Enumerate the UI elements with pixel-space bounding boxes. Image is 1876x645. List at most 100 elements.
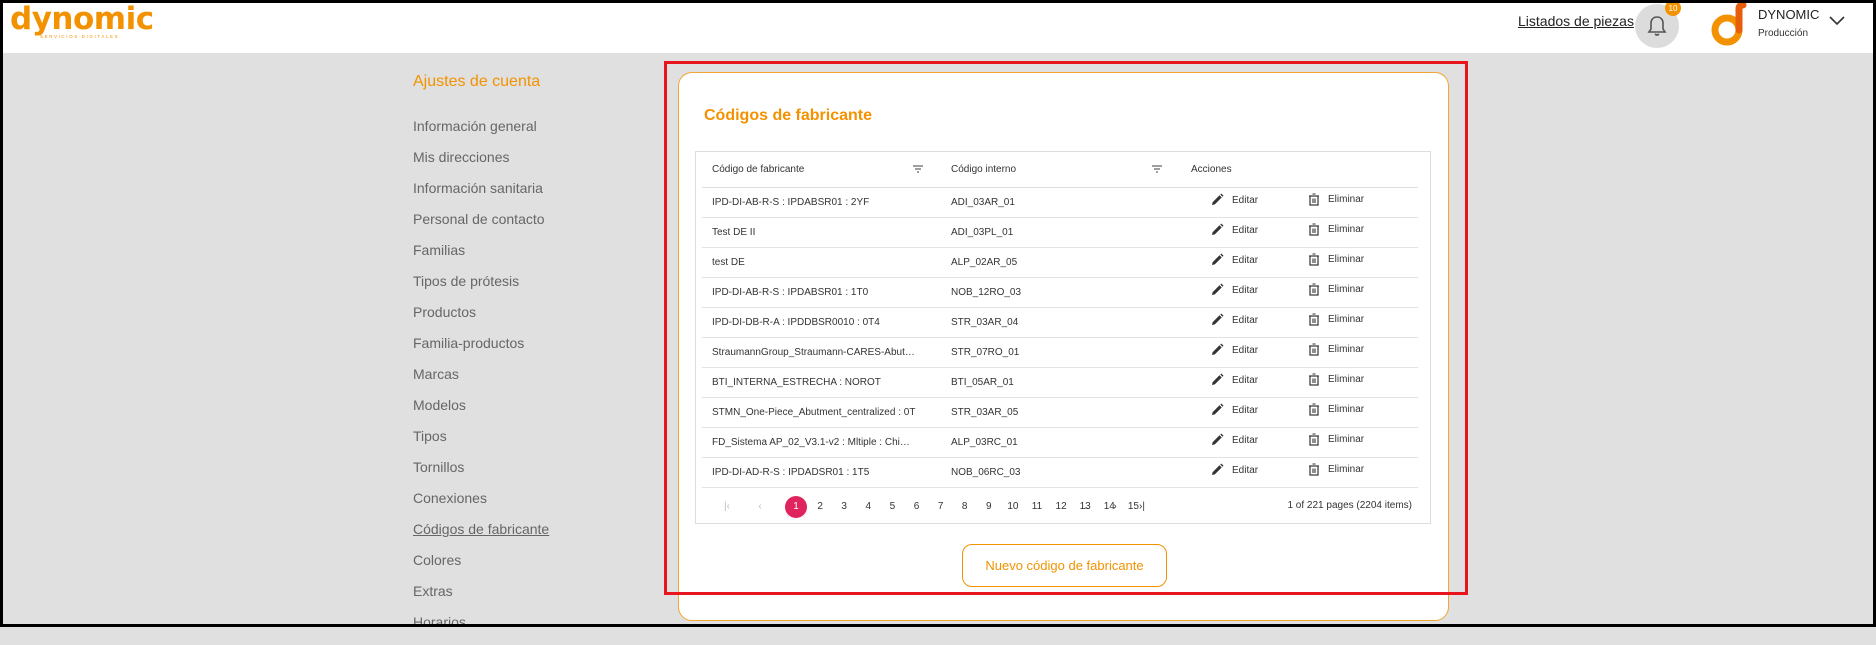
user-avatar[interactable] xyxy=(1708,1,1750,52)
page-number[interactable]: 11 xyxy=(1026,496,1048,518)
page-number[interactable]: 10 xyxy=(1002,496,1024,518)
page-number[interactable]: 2 xyxy=(809,496,831,518)
delete-label: Eliminar xyxy=(1328,254,1365,265)
edit-button[interactable]: Editar xyxy=(1210,463,1258,477)
edit-button[interactable]: Editar xyxy=(1210,433,1258,447)
sidebar-item-tipos-de-protesis[interactable]: Tipos de prótesis xyxy=(413,273,549,304)
delete-button[interactable]: Eliminar xyxy=(1308,343,1364,356)
sidebar-item-informacion-sanitaria[interactable]: Información sanitaria xyxy=(413,180,549,211)
pencil-icon xyxy=(1212,343,1224,355)
sidebar-item-conexiones[interactable]: Conexiones xyxy=(413,490,549,521)
sidebar-item-colores[interactable]: Colores xyxy=(413,552,549,583)
delete-button[interactable]: Eliminar xyxy=(1308,253,1364,266)
delete-button[interactable]: Eliminar xyxy=(1308,283,1364,296)
column-header-internal-code[interactable]: Código interno xyxy=(951,164,1016,175)
user-role: Producción xyxy=(1758,28,1809,39)
notifications-button[interactable]: 10 xyxy=(1635,0,1681,48)
codes-table: Código de fabricante Código interno Acci… xyxy=(695,151,1431,524)
table-row: Test DE II ADI_03PL_01 Editar Eliminar xyxy=(702,217,1418,248)
sidebar-item-mis-direcciones[interactable]: Mis direcciones xyxy=(413,149,549,180)
page-number[interactable]: 4 xyxy=(857,496,879,518)
sidebar-item-modelos[interactable]: Modelos xyxy=(413,397,549,428)
internal-code-cell: STR_03AR_04 xyxy=(951,317,1019,328)
first-page-icon[interactable]: |‹ xyxy=(716,496,738,518)
sidebar-item-personal-de-contacto[interactable]: Personal de contacto xyxy=(413,211,549,242)
page-title: Códigos de fabricante xyxy=(704,107,873,124)
logo-text: dynomic xyxy=(10,1,154,37)
sidebar-item-horarios[interactable]: Horarios xyxy=(413,614,549,645)
sidebar-item-informacion-general[interactable]: Información general xyxy=(413,118,549,149)
pagination-ellipsis[interactable]: ... xyxy=(1074,496,1096,518)
delete-label: Eliminar xyxy=(1328,344,1365,355)
sidebar-item-familias[interactable]: Familias xyxy=(413,242,549,273)
internal-code-cell: STR_03AR_05 xyxy=(951,407,1019,418)
manufacturer-code-cell: IPD-DI-AB-R-S : IPDABSR01 : 1T0 xyxy=(712,287,869,298)
sidebar-item-tornillos[interactable]: Tornillos xyxy=(413,459,549,490)
user-name[interactable]: DYNOMIC xyxy=(1758,7,1819,22)
pencil-icon xyxy=(1212,403,1224,415)
page-number[interactable]: 7 xyxy=(930,496,952,518)
internal-code-cell: STR_07RO_01 xyxy=(951,347,1020,358)
chevron-down-icon[interactable] xyxy=(1828,15,1846,27)
page-number[interactable]: 5 xyxy=(881,496,903,518)
page-number[interactable]: 9 xyxy=(978,496,1000,518)
internal-code-cell: ALP_02AR_05 xyxy=(951,257,1018,268)
pagination-info: 1 of 221 pages (2204 items) xyxy=(1287,500,1412,511)
edit-label: Editar xyxy=(1232,194,1259,206)
delete-button[interactable]: Eliminar xyxy=(1308,463,1364,476)
page-number[interactable]: 1 xyxy=(785,496,807,518)
trash-icon xyxy=(1309,283,1319,296)
delete-label: Eliminar xyxy=(1328,464,1365,475)
page-number[interactable]: 8 xyxy=(954,496,976,518)
page-number[interactable]: 6 xyxy=(906,496,928,518)
edit-button[interactable]: Editar xyxy=(1210,223,1258,237)
sidebar-title: Ajustes de cuenta xyxy=(413,73,541,90)
sidebar-item-codigos-de-fabricante[interactable]: Códigos de fabricante xyxy=(413,521,549,552)
last-page-icon[interactable]: ›| xyxy=(1131,496,1153,518)
page-number[interactable]: 12 xyxy=(1050,496,1072,518)
manufacturer-codes-card: Códigos de fabricante Código de fabrican… xyxy=(678,72,1449,621)
delete-label: Eliminar xyxy=(1328,374,1365,385)
sidebar-item-productos[interactable]: Productos xyxy=(413,304,549,335)
previous-page-icon[interactable]: ‹ xyxy=(749,496,771,518)
manufacturer-code-cell: BTI_INTERNA_ESTRECHA : NOROT xyxy=(712,377,881,388)
sidebar-item-tipos[interactable]: Tipos xyxy=(413,428,549,459)
delete-button[interactable]: Eliminar xyxy=(1308,433,1364,446)
edit-label: Editar xyxy=(1232,224,1259,236)
edit-button[interactable]: Editar xyxy=(1210,253,1258,267)
internal-code-cell: NOB_12RO_03 xyxy=(951,287,1022,298)
edit-button[interactable]: Editar xyxy=(1210,403,1258,417)
sidebar-item-familia-productos[interactable]: Familia-productos xyxy=(413,335,549,366)
column-header-actions: Acciones xyxy=(1191,164,1232,175)
edit-button[interactable]: Editar xyxy=(1210,373,1258,387)
manufacturer-code-cell: IPD-DI-AD-R-S : IPDADSR01 : 1T5 xyxy=(712,467,870,478)
manufacturer-code-cell: STMN_One-Piece_Abutment_centralized : 0T xyxy=(712,407,916,418)
table-row: IPD-DI-AD-R-S : IPDADSR01 : 1T5 NOB_06RC_… xyxy=(702,457,1418,488)
piece-lists-link[interactable]: Listados de piezas xyxy=(1518,13,1634,29)
edit-button[interactable]: Editar xyxy=(1210,193,1258,207)
next-page-icon[interactable]: › xyxy=(1104,496,1126,518)
internal-code-cell: ADI_03PL_01 xyxy=(951,227,1014,238)
edit-button[interactable]: Editar xyxy=(1210,313,1258,327)
new-manufacturer-code-button[interactable]: Nuevo código de fabricante xyxy=(962,544,1167,587)
delete-button[interactable]: Eliminar xyxy=(1308,373,1364,386)
sidebar-item-extras[interactable]: Extras xyxy=(413,583,549,614)
manufacturer-code-cell: FD_Sistema AP_02_V3.1-v2 : Mltiple : Chi… xyxy=(712,437,917,448)
logo[interactable]: dynomic SERVICIOS DIGITALES xyxy=(10,1,154,40)
page-number[interactable]: 3 xyxy=(833,496,855,518)
sidebar-item-marcas[interactable]: Marcas xyxy=(413,366,549,397)
delete-button[interactable]: Eliminar xyxy=(1308,223,1364,236)
trash-icon xyxy=(1309,223,1319,236)
edit-button[interactable]: Editar xyxy=(1210,343,1258,357)
column-header-manufacturer-code[interactable]: Código de fabricante xyxy=(712,164,804,175)
filter-icon[interactable] xyxy=(1152,165,1162,173)
delete-button[interactable]: Eliminar xyxy=(1308,403,1364,416)
edit-label: Editar xyxy=(1232,344,1259,356)
edit-button[interactable]: Editar xyxy=(1210,283,1258,297)
delete-label: Eliminar xyxy=(1328,194,1365,205)
delete-button[interactable]: Eliminar xyxy=(1308,193,1364,206)
delete-label: Eliminar xyxy=(1328,434,1365,445)
delete-button[interactable]: Eliminar xyxy=(1308,313,1364,326)
pencil-icon xyxy=(1212,193,1224,205)
filter-icon[interactable] xyxy=(913,165,923,173)
